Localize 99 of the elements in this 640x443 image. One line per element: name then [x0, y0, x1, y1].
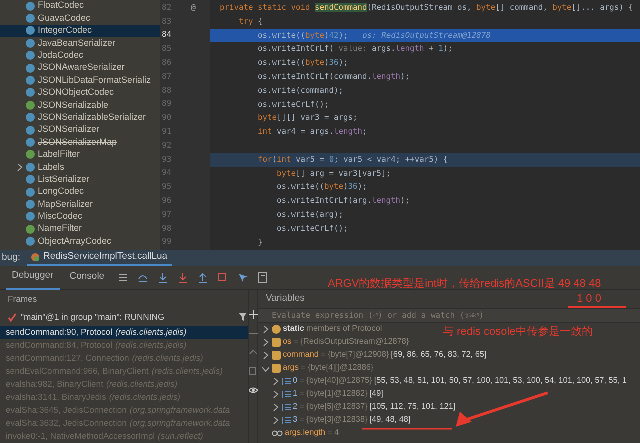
variable-type: = 4	[328, 427, 340, 440]
variable-value: [49]	[370, 388, 384, 400]
class-name: NameFilter	[38, 222, 82, 236]
tree-item[interactable]: JSONObjectCodec	[0, 86, 160, 100]
eye-icon[interactable]	[248, 386, 258, 395]
tree-item[interactable]: JodaCodec	[0, 50, 160, 62]
class-name: ObjectArrayCodec	[38, 234, 112, 248]
array-icon	[282, 403, 291, 412]
filter-icon[interactable]	[238, 312, 248, 322]
panel-tab[interactable]: Console	[64, 266, 111, 289]
variable-value: [49, 48, 48]	[370, 414, 411, 426]
tree-item[interactable]: IntegerCodec	[0, 24, 160, 38]
variable-type: = {byte[40]@12875}	[300, 375, 372, 388]
gutter-mark[interactable]: @	[191, 2, 196, 14]
tree-item[interactable]: JSONSerializableSerializer	[0, 112, 160, 124]
tree-item[interactable]: ObjectArrayCodec	[0, 235, 160, 248]
interface-icon	[26, 100, 35, 110]
panel-label: bug:	[2, 250, 20, 265]
tree-item[interactable]: JSONSerializer	[0, 124, 160, 136]
tree-item[interactable]: JSONAwareSerializer	[0, 62, 160, 74]
line-number: 84	[162, 29, 172, 42]
variable-name: command	[283, 349, 319, 362]
down-arrow-icon[interactable]	[156, 272, 169, 284]
session-tab[interactable]: RedisServiceImplTest.callLua	[26, 250, 172, 266]
class-name: Labels	[38, 160, 65, 174]
variable-value: [105, 112, 75, 101, 121]	[370, 401, 456, 414]
tree-item[interactable]: Labels	[0, 161, 160, 174]
tree-item[interactable]: JavaBeanSerializer	[0, 37, 160, 50]
tree-item[interactable]: LongCodec	[0, 186, 160, 198]
class-name: IntegerCodec	[38, 24, 92, 38]
annotation-remark: 与 redis cosole中传参是一致的	[443, 325, 593, 340]
class-name: GuavaCodec	[38, 12, 91, 25]
panel-title: Frames	[8, 292, 38, 306]
variable-type: = {byte[3]@12838}	[300, 414, 368, 426]
class-name: JSONSerializable	[38, 98, 109, 112]
tree-item[interactable]: LabelFilter	[0, 148, 160, 162]
class-name: JSONSerializableSerializer	[38, 110, 146, 124]
interface-icon	[26, 224, 35, 234]
array-icon	[282, 377, 291, 386]
plus-icon[interactable]	[248, 310, 258, 319]
panel-tab[interactable]: Debugger	[6, 265, 60, 290]
class-icon	[26, 237, 35, 246]
down-arrow-icon[interactable]	[176, 272, 189, 284]
tree-item[interactable]: JSONLibDataFormatSerializ	[0, 74, 160, 87]
thread-selector[interactable]: "main"@1 in group "main": RUNNING	[21, 310, 234, 324]
variable-name: os	[283, 336, 292, 348]
run-config-icon	[30, 252, 40, 262]
copy-icon[interactable]	[248, 367, 258, 376]
cursor-icon[interactable]	[236, 272, 249, 284]
class-name: JSONSerializerMap	[38, 136, 118, 149]
class-name: LabelFilter	[38, 148, 80, 162]
tree-item[interactable]: MapSerializer	[0, 198, 160, 211]
class-name: MapSerializer	[38, 198, 94, 211]
panel-title: Variables	[266, 292, 305, 306]
tree-item[interactable]: MiscCodec	[0, 210, 160, 224]
variable-type: = {byte[4][]@12886}	[300, 362, 374, 374]
variable-name: 3	[293, 414, 298, 426]
class-name: LongCodec	[38, 185, 84, 198]
underline-mark	[568, 306, 626, 308]
class-name: JSONAwareSerializer	[38, 61, 125, 74]
class-name: JSONObjectCodec	[38, 86, 114, 100]
variable-name: 2	[293, 401, 298, 414]
up-arrow-icon[interactable]	[196, 272, 209, 284]
tree-item[interactable]: JSONSerializerMap	[0, 136, 160, 149]
tree-item[interactable]: JSONSerializable	[0, 99, 160, 112]
lines-icon[interactable]	[116, 272, 129, 284]
variable-type: = {byte[7]@12908}	[320, 349, 390, 362]
variable-type: = {byte[1]@12882}	[300, 388, 368, 400]
class-name: MiscCodec	[38, 210, 83, 224]
tree-item[interactable]: ListSerializer	[0, 173, 160, 186]
class-name: JSONLibDataFormatSerializ	[38, 74, 152, 87]
class-name: JodaCodec	[38, 49, 84, 62]
variable-value: [69, 86, 65, 76, 83, 72, 65]	[391, 349, 487, 362]
annotation-digits: 1 0 0	[577, 292, 602, 307]
variable-name: 1	[293, 388, 298, 400]
evaluate-field[interactable]: Evaluate expression (⏎) or add a watch (⇧⌘⏎)	[258, 308, 640, 323]
variable-name: args.length	[285, 427, 326, 440]
drop-frame-icon[interactable]	[216, 272, 229, 284]
class-name: FloatCodec	[38, 0, 84, 12]
variable-name: 0	[293, 375, 298, 388]
array-icon	[282, 416, 291, 425]
check-icon	[8, 312, 17, 322]
glasses-icon	[272, 430, 283, 437]
variable-type: = {RedisOutputStream@12878}	[294, 336, 410, 348]
tree-item[interactable]: NameFilter	[0, 223, 160, 236]
variable-name: args	[283, 362, 299, 374]
interface-icon	[26, 150, 35, 160]
variable-value: [55, 53, 48, 51, 101, 50, 57, 100, 101, 53, 100, 54, 101, 100, 57, 55, 1	[374, 375, 627, 388]
stack-frame[interactable]: sendCommand:90, Protocol (redis.clients.jedis)	[0, 326, 248, 339]
annotation-note: ARGV的数据类型是int时，传给redis的ASCII是 49 48 48	[328, 277, 602, 292]
tree-item[interactable]: GuavaCodec	[0, 12, 160, 25]
class-name: ListSerializer	[38, 172, 90, 186]
class-name: JSONSerializer	[38, 123, 100, 136]
class-name: JavaBeanSerializer	[38, 36, 116, 50]
static-icon	[272, 325, 281, 334]
array-icon	[282, 390, 291, 399]
variable-label: static members of Protocol	[283, 323, 382, 336]
tree-item[interactable]: FloatCodec	[0, 0, 160, 12]
variable-type: = {byte[5]@12837}	[300, 401, 368, 414]
